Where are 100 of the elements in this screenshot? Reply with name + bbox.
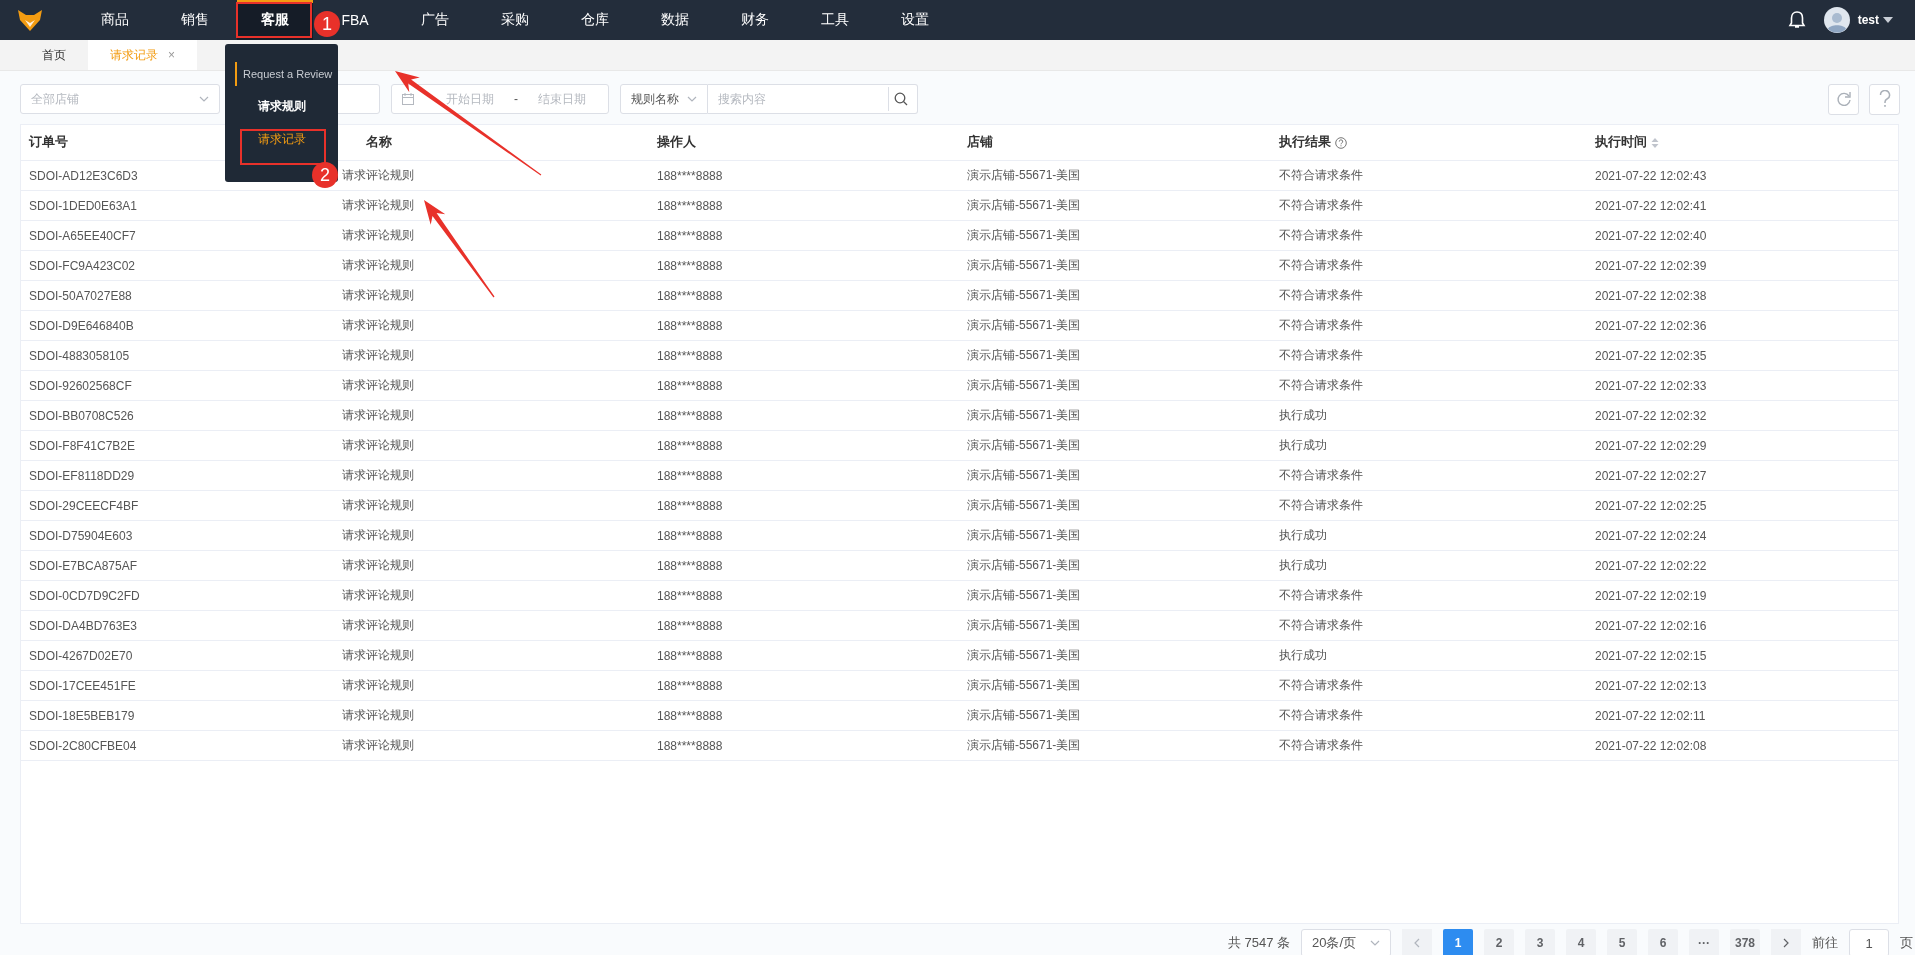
table-cell: 188****8888 [657, 408, 723, 423]
table-cell: 演示店铺-55671-美国 [967, 408, 1081, 422]
table-cell: 演示店铺-55671-美国 [967, 708, 1081, 722]
table-cell: SDOI-E7BCA875AF [29, 558, 138, 573]
nav-item[interactable]: 采购 [499, 0, 531, 40]
table-cell: SDOI-92602568CF [29, 378, 132, 393]
user-name[interactable]: test [1857, 13, 1879, 27]
table-cell: 188****8888 [657, 348, 723, 363]
table-cell: 请求评论规则 [342, 678, 414, 692]
table-cell: 请求评论规则 [342, 168, 414, 182]
page-button[interactable]: 5 [1607, 929, 1637, 955]
table-cell: 不符合请求条件 [1279, 168, 1363, 182]
table-cell: 请求评论规则 [342, 618, 414, 632]
table-cell: SDOI-29CEECF4BF [29, 498, 139, 513]
table-cell: 请求评论规则 [342, 498, 414, 512]
table-cell: 188****8888 [657, 528, 723, 543]
help-icon [1878, 90, 1891, 108]
table-cell: 演示店铺-55671-美国 [967, 288, 1081, 302]
table-cell: 188****8888 [657, 648, 723, 663]
table-cell: 执行成功 [1279, 528, 1327, 542]
page-size-select[interactable]: 20条/页 [1301, 929, 1391, 955]
page-button[interactable]: 3 [1525, 929, 1555, 955]
page-button[interactable]: 6 [1648, 929, 1678, 955]
table-cell: 演示店铺-55671-美国 [967, 558, 1081, 572]
table-cell: SDOI-0CD7D9C2FD [29, 588, 140, 603]
nav-item[interactable]: 仓库 [579, 0, 611, 40]
table-cell: SDOI-BB0708C526 [29, 408, 134, 423]
chevron-icon [1370, 940, 1380, 946]
table-cell: 2021-07-22 12:02:38 [1595, 288, 1707, 303]
table-cell: 演示店铺-55671-美国 [967, 738, 1081, 752]
menu-section-title: Request a Review [235, 62, 333, 86]
column-header: 执行时间 [1595, 134, 1647, 151]
bell-icon[interactable] [1787, 10, 1806, 30]
table-cell: 不符合请求条件 [1279, 198, 1363, 212]
page-button[interactable]: 378 [1730, 929, 1760, 955]
table-cell: 请求评论规则 [342, 738, 414, 752]
table-cell: 请求评论规则 [342, 258, 414, 272]
table-cell: 请求评论规则 [342, 708, 414, 722]
table-cell: 2021-07-22 12:02:24 [1595, 528, 1707, 543]
table-cell: SDOI-A65EE40CF7 [29, 228, 136, 243]
chevron-right-icon [1783, 938, 1789, 948]
table-cell: SDOI-D9E646840B [29, 318, 134, 333]
table-cell: SDOI-50A7027E88 [29, 288, 132, 303]
table-cell: 请求评论规则 [342, 408, 414, 422]
nav-item[interactable]: 财务 [739, 0, 771, 40]
table-cell: 请求评论规则 [342, 378, 414, 392]
caret-icon[interactable] [1883, 17, 1893, 23]
table-cell: 演示店铺-55671-美国 [967, 618, 1081, 632]
page-suffix: 页 [1900, 934, 1913, 952]
search-icon[interactable] [894, 92, 908, 106]
table-cell: 188****8888 [657, 378, 723, 393]
table-cell: 188****8888 [657, 438, 723, 453]
table-cell: 请求评论规则 [342, 318, 414, 332]
nav-item[interactable]: 设置 [899, 0, 931, 40]
menu-item[interactable]: 请求记录 [256, 126, 308, 152]
table-cell: 188****8888 [657, 288, 723, 303]
table-cell: 2021-07-22 12:02:43 [1595, 168, 1707, 183]
calendar-icon [402, 93, 414, 105]
page-button[interactable]: 4 [1566, 929, 1596, 955]
table-cell: 不符合请求条件 [1279, 468, 1363, 482]
help-circle-icon [1335, 136, 1347, 149]
table-cell: 请求评论规则 [342, 348, 414, 362]
date-range-field[interactable]: 开始日期 - 结束日期 [391, 84, 609, 114]
goto-page-field[interactable]: 1 [1849, 929, 1889, 955]
table-cell: SDOI-F8F41C7B2E [29, 438, 136, 453]
nav-item[interactable]: FBA [339, 0, 371, 40]
table-cell: 不符合请求条件 [1279, 228, 1363, 242]
column-header: 名称 [366, 134, 392, 151]
page-button[interactable]: ··· [1689, 929, 1719, 955]
nav-item[interactable]: 数据 [659, 0, 691, 40]
nav-item[interactable]: 商品 [99, 0, 131, 40]
table-cell: 不符合请求条件 [1279, 378, 1363, 392]
column-header: 订单号 [29, 134, 68, 151]
menu-item[interactable]: 请求规则 [256, 93, 308, 119]
page-tab[interactable]: 首页 [20, 40, 88, 70]
table-cell: 2021-07-22 12:02:35 [1595, 348, 1707, 363]
table-cell: 演示店铺-55671-美国 [967, 588, 1081, 602]
table-cell: 执行成功 [1279, 648, 1327, 662]
table-cell: 请求评论规则 [342, 588, 414, 602]
table-cell: SDOI-1DED0E63A1 [29, 198, 138, 213]
table-cell: SDOI-2C80CFBE04 [29, 738, 137, 753]
table-cell: 2021-07-22 12:02:27 [1595, 468, 1707, 483]
table-cell: 2021-07-22 12:02:40 [1595, 228, 1707, 243]
table-cell: 请求评论规则 [342, 198, 414, 212]
column-header: 操作人 [657, 134, 696, 151]
column-header: 执行结果 [1279, 134, 1331, 151]
search-type-select[interactable]: 规则名称 [620, 84, 708, 114]
fox-logo[interactable] [17, 8, 43, 32]
table-cell: 不符合请求条件 [1279, 678, 1363, 692]
table-cell: 2021-07-22 12:02:15 [1595, 648, 1707, 663]
table-cell: 188****8888 [657, 198, 723, 213]
table-cell: 不符合请求条件 [1279, 288, 1363, 302]
nav-item[interactable]: 广告 [419, 0, 451, 40]
table-cell: SDOI-18E5BEB179 [29, 708, 135, 723]
nav-item[interactable]: 销售 [179, 0, 211, 40]
page-button[interactable]: 2 [1484, 929, 1514, 955]
nav-item[interactable]: 工具 [819, 0, 851, 40]
table-cell: 不符合请求条件 [1279, 498, 1363, 512]
table-cell: 演示店铺-55671-美国 [967, 228, 1081, 242]
avatar-icon[interactable] [1823, 7, 1850, 33]
